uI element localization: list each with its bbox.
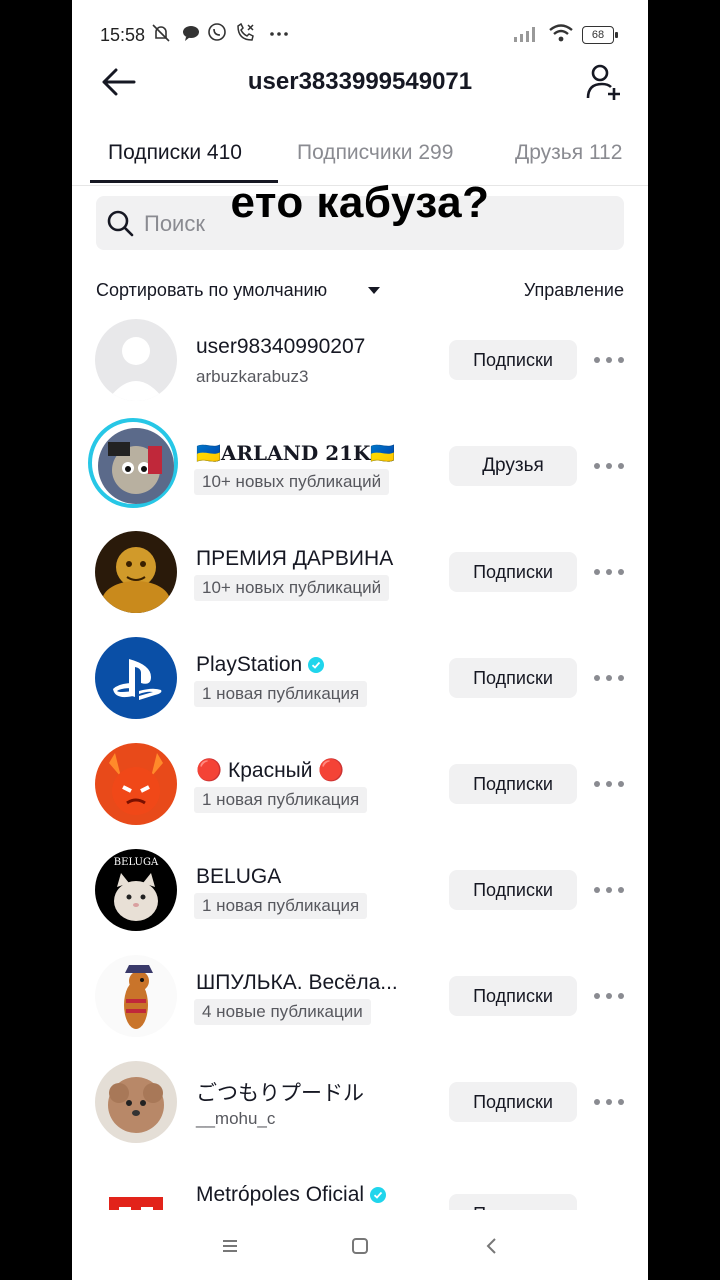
tab-followers[interactable]: Подписчики 299 [297,141,453,165]
list-item[interactable]: 🔴 Красный 🔴 1 новая публикация Подписки [72,734,648,840]
default-avatar-icon [95,319,177,401]
signal-icon [514,27,535,42]
avatar[interactable] [95,743,177,825]
user-name-text: PlayStation [196,653,303,676]
avatar[interactable] [95,531,177,613]
user-name: 🔴 Красный 🔴 [196,759,345,782]
viber-icon [208,23,226,41]
more-options-icon[interactable] [592,1092,626,1112]
more-options-icon[interactable] [592,456,626,476]
playstation-logo-icon [95,637,177,719]
manage-button[interactable]: Управление [524,280,624,301]
beluga-cat-avatar-image: BELUGA [95,849,177,931]
user-name: ごつもりプードル [196,1082,364,1105]
wifi-icon [549,24,573,42]
user-name: Metrópoles Oficial [196,1183,387,1207]
more-options-icon[interactable] [592,774,626,794]
sort-row: Сортировать по умолчанию Управление [96,278,624,306]
home-square-icon[interactable] [348,1234,372,1258]
avatar[interactable] [95,637,177,719]
following-button[interactable]: Подписки [449,764,577,804]
avatar[interactable] [95,1167,177,1210]
add-user-icon[interactable] [586,62,626,102]
more-options-icon[interactable] [592,350,626,370]
back-chevron-icon[interactable] [480,1234,504,1258]
more-options-icon[interactable] [592,668,626,688]
status-time: 15:58 [100,25,146,45]
user-name-text: Metrópoles Oficial [196,1183,365,1206]
darwin-avatar-image [95,531,177,613]
menu-icon[interactable] [218,1234,242,1258]
user-name: ПРЕМИЯ ДАРВИНА [196,547,394,570]
more-options-icon[interactable] [592,986,626,1006]
following-button[interactable]: Подписки [449,1194,577,1210]
new-posts-badge: 1 новая публикация [194,893,368,919]
following-button[interactable]: Подписки [449,552,577,592]
following-list: user98340990207 arbuzkarabuz3 Подписки 🇺… [72,310,648,1210]
list-item[interactable]: ごつもりプードル __mohu_c Подписки [72,1052,648,1158]
following-button[interactable]: Подписки [449,870,577,910]
following-button[interactable]: Подписки [449,1082,577,1122]
chat-icon [183,26,199,41]
avatar[interactable] [95,1061,177,1143]
metropoles-logo-icon [95,1167,177,1210]
tab-following[interactable]: Подписки 410 [108,141,242,165]
sort-dropdown[interactable]: Сортировать по умолчанию [96,280,327,301]
tab-bar: Подписки 410 Подписчики 299 Друзья 112 [72,125,648,186]
system-navigation-bar [72,1210,648,1280]
avatar[interactable]: BELUGA [95,849,177,931]
avatar[interactable] [95,319,177,401]
verified-badge-icon [370,1187,387,1204]
dachshund-avatar-image [95,955,177,1037]
poodle-avatar-image [95,1061,177,1143]
user-name: 🇺🇦ARLAND 21K🇺🇦 [196,441,396,465]
new-posts-badge: 1 новая публикация [194,787,368,813]
new-posts-badge: 10+ новых публикаций [194,575,390,601]
header: user3833999549071 [72,56,648,108]
list-item[interactable]: BELUGA BELUGA 1 новая публикация Подписк… [72,840,648,946]
battery-indicator: 68 [582,26,618,44]
verified-badge-icon [308,657,325,674]
list-item[interactable]: user98340990207 arbuzkarabuz3 Подписки [72,310,648,416]
following-button[interactable]: Подписки [449,340,577,380]
arland-avatar-image [98,428,174,504]
more-options-icon[interactable] [592,562,626,582]
more-options-icon[interactable] [592,880,626,900]
mute-icon [152,24,170,42]
new-posts-badge: 10+ новых публикаций [194,469,390,495]
app-screen: 15:58 68 user3833999549071 Подписки 410 … [72,0,648,1280]
avatar[interactable] [98,428,174,504]
list-item[interactable]: ПРЕМИЯ ДАРВИНА 10+ новых публикаций Подп… [72,522,648,628]
more-notifications-icon [270,32,288,36]
page-title: user3833999549071 [247,68,473,95]
following-button[interactable]: Подписки [449,976,577,1016]
avatar[interactable] [95,955,177,1037]
list-item[interactable]: ШПУЛЬКА. Весёла... 4 новые публикации По… [72,946,648,1052]
friends-button[interactable]: Друзья [449,446,577,486]
beluga-avatar-lettering: BELUGA [114,857,159,868]
user-handle: __mohu_c [196,1109,276,1128]
following-button[interactable]: Подписки [449,658,577,698]
list-item[interactable]: 🇺🇦ARLAND 21K🇺🇦 10+ новых публикаций Друз… [72,416,648,522]
user-name: PlayStation [196,653,325,677]
tab-friends[interactable]: Друзья 112 [515,141,622,165]
user-name: ШПУЛЬКА. Весёла... [196,971,398,994]
user-name: user98340990207 [196,335,366,358]
video-caption-overlay: ето кабуза? [230,178,490,227]
red-character-avatar-image [95,743,177,825]
list-item[interactable]: PlayStation 1 новая публикация Подписки [72,628,648,734]
user-handle: arbuzkarabuz3 [196,367,309,386]
new-posts-badge: 1 новая публикация [194,681,368,707]
list-item[interactable]: Metrópoles Oficial Подписки [72,1158,648,1210]
caret-down-icon[interactable] [368,287,380,294]
missed-call-icon [237,22,254,41]
user-name: BELUGA [196,865,282,888]
new-posts-badge: 4 новые публикации [194,999,371,1025]
